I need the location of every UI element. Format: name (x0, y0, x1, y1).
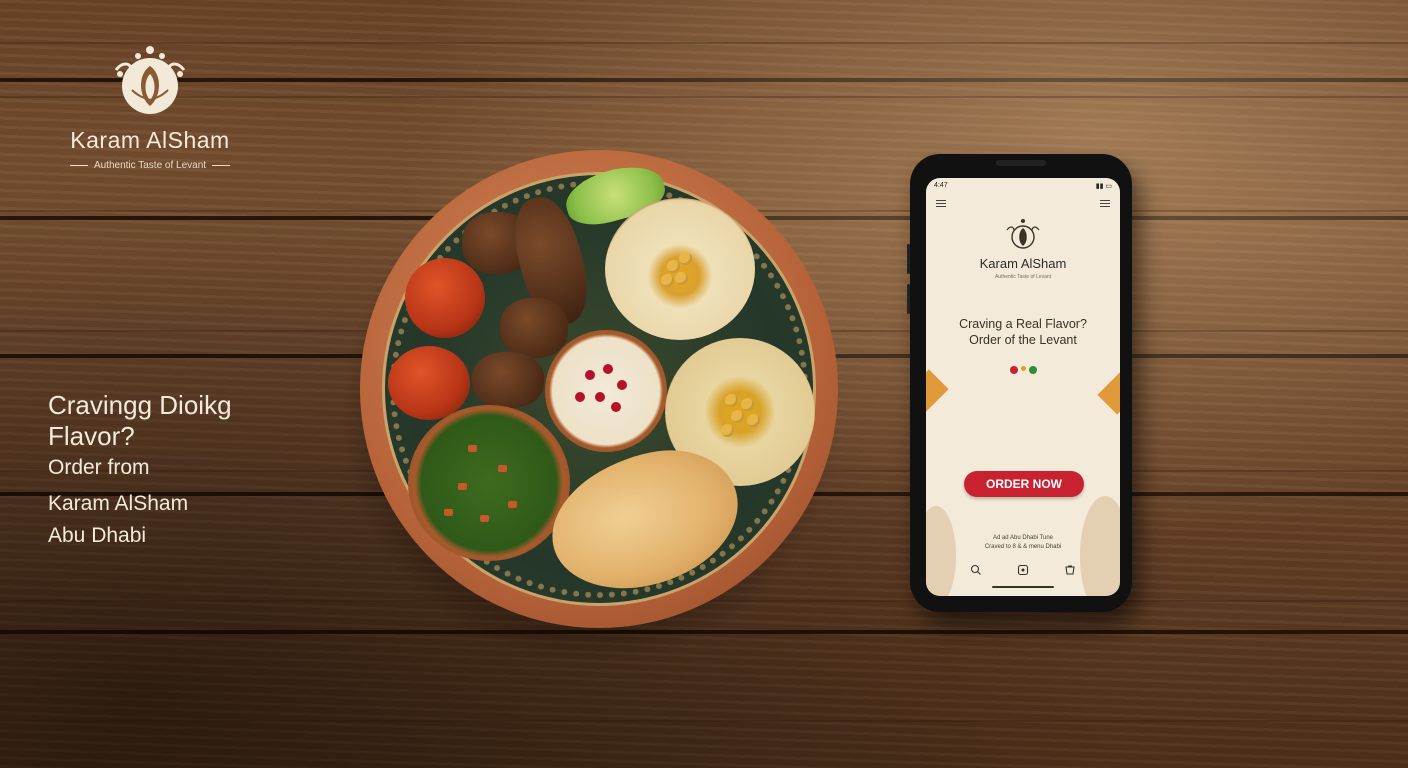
tomato-piece (468, 445, 477, 452)
bottom-nav (970, 564, 1076, 576)
app-logo-icon (1006, 219, 1040, 249)
chickpea (661, 274, 674, 287)
hummus-bowl (605, 198, 755, 340)
grilled-tomato (405, 258, 485, 338)
headline-line: Flavor? (48, 421, 135, 451)
battery-icon: ▮▮ ▭ (1095, 183, 1112, 190)
phone-notch (996, 160, 1046, 166)
footer-line: Craved to 8 & & menu Dhabi (984, 544, 1062, 550)
red-dot (1009, 366, 1018, 374)
tomato-piece (498, 465, 507, 472)
order-now-button[interactable]: ORDER NOW (964, 471, 1084, 497)
chickpea (725, 394, 738, 407)
tomato-piece (444, 509, 453, 516)
pomegranate-seed (617, 380, 627, 390)
grilled-tomato (388, 346, 470, 420)
cart-icon[interactable] (1064, 564, 1076, 576)
menu-icon[interactable] (936, 200, 946, 208)
brand-tagline-row: Authentic Taste of Levant (40, 160, 260, 171)
divider (69, 165, 88, 166)
chickpea (721, 424, 734, 437)
home-icon[interactable] (1017, 564, 1029, 576)
app-headline: Craving a Real Flavor? Order of the Leva… (926, 316, 1120, 348)
chickpea (679, 252, 692, 265)
tomato-piece (480, 515, 489, 522)
kofta (500, 298, 568, 358)
tabbouleh-bowl (408, 405, 570, 561)
footer-line: Ad ad Abu Dhabi Tune (992, 535, 1054, 541)
yogurt-dip-bowl (545, 330, 667, 452)
menu-icon[interactable] (1100, 200, 1110, 208)
pomegranate-seed (611, 402, 621, 412)
chickpea (675, 272, 688, 285)
app-tagline: Authentic Taste of Levant (994, 274, 1052, 280)
tomato-piece (458, 483, 467, 490)
chickpea (667, 260, 680, 273)
ornament (926, 369, 949, 415)
brand-block: Karam AlSham Authentic Taste of Levant (40, 40, 260, 171)
app-headline-line: Order of the Levant (969, 333, 1077, 347)
brand-name: Karam AlSham (70, 127, 230, 153)
green-dot (1028, 366, 1037, 374)
pomegranate-seed (603, 364, 613, 374)
headline-line: Karam AlSham (48, 492, 189, 515)
yellow-dot (1020, 366, 1026, 371)
chickpea (741, 398, 754, 411)
brand-logo-icon (114, 46, 186, 114)
pomegranate-seed (575, 392, 585, 402)
food-plate-image (330, 150, 850, 660)
wood-grain (0, 720, 1408, 722)
kofta (472, 352, 544, 408)
tomato-piece (508, 501, 517, 508)
headline-line: Order from (48, 456, 150, 479)
headline-block: Cravingg Dioikg Flavor? Order from Karam… (48, 390, 232, 552)
headline-line: Abu Dhabi (48, 524, 147, 547)
status-bar: 4:47 ▮▮ ▭ (934, 182, 1112, 192)
phone-side-button (907, 244, 910, 274)
headline-line: Cravingg Dioikg (48, 390, 232, 420)
divider (212, 165, 231, 166)
phone-screen: 4:47 ▮▮ ▭ Karam AlSham Authentic Taste o… (926, 178, 1120, 596)
app-name: Karam AlSham (979, 256, 1067, 271)
phone-side-button (907, 284, 910, 314)
color-dots (926, 366, 1120, 374)
brand-tagline: Authentic Taste of Levant (93, 160, 207, 171)
ornament (1097, 369, 1120, 415)
chickpea (731, 410, 744, 423)
smartphone: 4:47 ▮▮ ▭ Karam AlSham Authentic Taste o… (907, 154, 1132, 612)
chickpea (747, 414, 760, 427)
app-footer: Ad ad Abu Dhabi Tune Craved to 8 & & men… (926, 534, 1120, 552)
pomegranate-seed (595, 392, 605, 402)
status-time: 4:47 (934, 182, 948, 189)
app-headline-line: Craving a Real Flavor? (959, 317, 1087, 331)
pomegranate-seed (585, 370, 595, 380)
home-indicator (992, 586, 1054, 588)
search-icon[interactable] (970, 564, 982, 576)
